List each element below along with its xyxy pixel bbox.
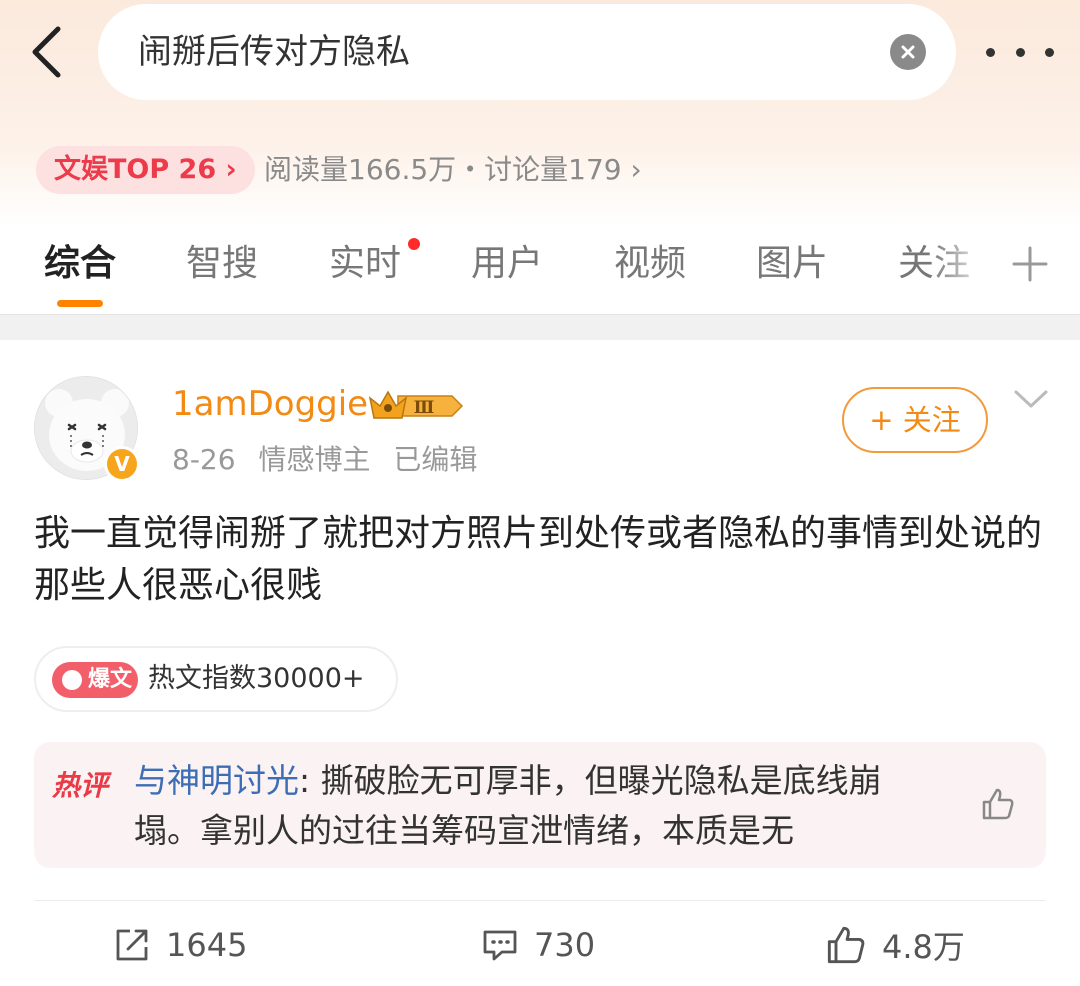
repost-icon bbox=[116, 929, 148, 961]
more-button[interactable] bbox=[986, 30, 1054, 74]
tab-video[interactable]: 视频 bbox=[614, 228, 686, 300]
footer-divider bbox=[34, 900, 1046, 901]
hot-index-chip[interactable]: 爆文 热文指数30000+ bbox=[34, 646, 398, 712]
topic-stats-text: 阅读量166.5万・讨论量179 bbox=[264, 153, 622, 186]
back-icon bbox=[32, 26, 61, 78]
comment-count: 730 bbox=[534, 926, 596, 964]
repost-count: 1645 bbox=[166, 926, 248, 964]
search-input[interactable]: 闹掰后传对方隐私 bbox=[138, 4, 410, 100]
verified-badge: V bbox=[104, 446, 140, 482]
edited-label: 已编辑 bbox=[393, 443, 478, 476]
comment-like-button[interactable] bbox=[980, 786, 1016, 822]
tab-zhisou[interactable]: 智搜 bbox=[186, 228, 258, 300]
stats-chevron-icon: › bbox=[621, 153, 642, 186]
active-tab-indicator bbox=[57, 300, 103, 307]
flame-icon bbox=[62, 670, 82, 690]
post-options-button[interactable] bbox=[1012, 386, 1050, 414]
hot-comment-text: 与神明讨光: 撕破脸无可厚非，但曝光隐私是底线崩塌。拿别人的过往当筹码宣泄情绪，… bbox=[134, 761, 882, 850]
clear-icon bbox=[901, 45, 915, 59]
tab-fade bbox=[930, 228, 1000, 300]
chevron-down-icon bbox=[1014, 390, 1048, 408]
section-divider bbox=[0, 314, 1080, 340]
topic-stats[interactable]: 阅读量166.5万・讨论量179 › bbox=[264, 146, 642, 194]
hot-index: 热文指数30000+ bbox=[148, 663, 365, 694]
bao-label: 爆文 bbox=[88, 667, 133, 692]
rank-label: 文娱TOP 26 bbox=[54, 154, 217, 185]
tab-realtime[interactable]: 实时 bbox=[329, 228, 401, 300]
tab-images[interactable]: 图片 bbox=[756, 228, 828, 300]
comment-username[interactable]: 与神明讨光 bbox=[134, 761, 299, 800]
author-tag: 情感博主 bbox=[258, 443, 371, 476]
comment-icon bbox=[483, 930, 517, 961]
rank-chevron-icon: › bbox=[216, 154, 237, 185]
crown-icon: Ⅲ bbox=[368, 390, 464, 419]
clear-search-button[interactable] bbox=[890, 34, 926, 70]
post-username[interactable]: 1amDoggie bbox=[172, 384, 368, 424]
tab-zonghe[interactable]: 综合 bbox=[44, 228, 116, 300]
like-icon bbox=[982, 788, 1014, 820]
tab-bar: 综合 智搜 实时 用户 视频 图片 关注 bbox=[0, 228, 1080, 308]
like-button[interactable]: 4.8万 bbox=[826, 920, 965, 970]
post-meta: 8-26 情感博主 已编辑 bbox=[172, 438, 491, 478]
hot-comment[interactable]: 热评 与神明讨光: 撕破脸无可厚非，但曝光隐私是底线崩塌。拿别人的过往当筹码宣泄… bbox=[34, 742, 1046, 868]
back-button[interactable] bbox=[22, 22, 70, 82]
tab-users[interactable]: 用户 bbox=[471, 228, 543, 300]
new-content-dot bbox=[408, 238, 420, 250]
follow-button[interactable]: + 关注 bbox=[842, 387, 988, 453]
bao-tag: 爆文 bbox=[52, 662, 138, 698]
add-tab-button[interactable] bbox=[1010, 244, 1050, 284]
like-icon bbox=[827, 926, 865, 964]
topic-rank-badge[interactable]: 文娱TOP 26 › bbox=[36, 146, 255, 194]
like-count: 4.8万 bbox=[882, 928, 965, 966]
plus-icon bbox=[1012, 246, 1048, 282]
hot-comment-label: 热评 bbox=[52, 769, 109, 802]
comment-fade bbox=[874, 812, 944, 862]
post-body[interactable]: 我一直觉得闹掰了就把对方照片到处传或者隐私的事情到处说的那些人很恶心很贱 bbox=[34, 508, 1044, 612]
comment-button[interactable]: 730 bbox=[482, 920, 595, 970]
search-bar[interactable]: 闹掰后传对方隐私 bbox=[98, 4, 956, 100]
post-date: 8-26 bbox=[172, 443, 236, 476]
repost-button[interactable]: 1645 bbox=[114, 920, 247, 970]
more-icon bbox=[986, 47, 995, 57]
vip-level: Ⅲ bbox=[414, 398, 435, 418]
